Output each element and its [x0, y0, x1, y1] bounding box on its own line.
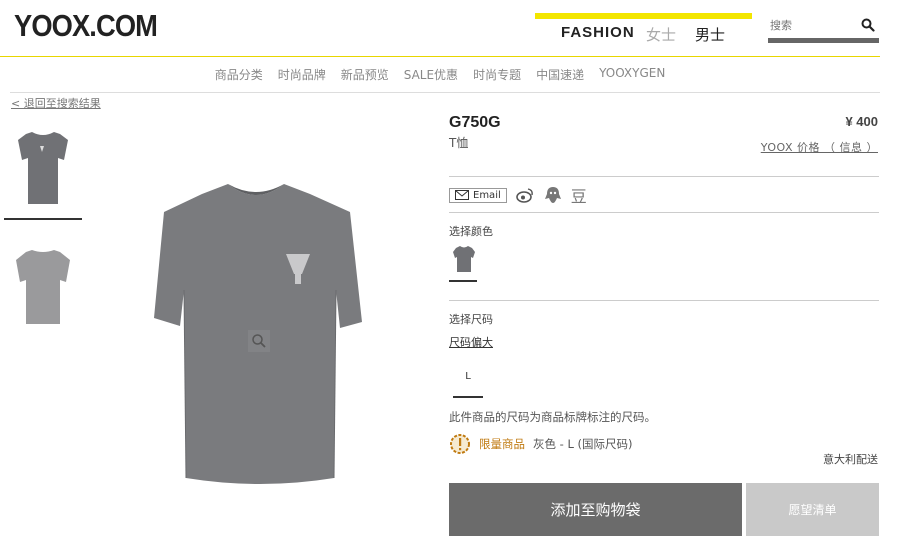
nav-item-categories[interactable]: 商品分类: [215, 66, 263, 83]
variant-label: 灰色 - L (国际尺码): [533, 437, 633, 451]
weibo-icon[interactable]: [515, 185, 535, 205]
divider: [449, 300, 879, 301]
yoox-logo[interactable]: YOOX.COM: [14, 8, 158, 44]
price-info-link[interactable]: YOOX 价格 （ 信息 ）: [761, 139, 878, 155]
email-label: Email: [473, 189, 501, 201]
color-swatch-grey[interactable]: [452, 244, 476, 274]
tshirt-back-thumb-image: [16, 250, 70, 324]
zoom-icon[interactable]: [248, 330, 270, 352]
size-guide-link[interactable]: 尺码偏大: [449, 334, 493, 350]
men-link[interactable]: 男士: [695, 24, 725, 45]
selected-swatch-indicator: [449, 280, 477, 282]
product-price: ¥ 400: [845, 114, 878, 129]
nav-item-sale[interactable]: SALE优惠: [404, 66, 458, 83]
select-color-label: 选择颜色: [449, 225, 493, 238]
add-to-cart-button[interactable]: 添加至购物袋: [449, 483, 742, 536]
email-share-button[interactable]: Email: [449, 187, 507, 203]
product-type: T恤: [449, 136, 469, 150]
size-note: 此件商品的尺码为商品标牌标注的尺码。: [449, 410, 656, 424]
nav-item-yooxygen[interactable]: YOOXYGEN: [599, 66, 665, 83]
nav-item-china-express[interactable]: 中国速递: [536, 66, 584, 83]
search-icon[interactable]: [861, 18, 875, 32]
divider: [449, 212, 879, 213]
tshirt-front-thumb-image: [18, 132, 68, 204]
nav-item-brands[interactable]: 时尚品牌: [278, 66, 326, 83]
douban-share-icon[interactable]: 豆: [571, 183, 587, 207]
thumbnail-back[interactable]: [4, 240, 82, 332]
divider: [449, 176, 879, 177]
gender-highlight-bar: [535, 13, 752, 19]
select-size-label: 选择尺码: [449, 313, 493, 326]
wishlist-button[interactable]: 愿望清单: [746, 483, 879, 536]
share-bar: Email 豆: [449, 183, 587, 207]
category-nav: 商品分类 时尚品牌 新品预览 SALE优惠 时尚专题 中国速递 YOOXYGEN: [0, 66, 880, 83]
search-input[interactable]: [768, 18, 862, 33]
nav-item-features[interactable]: 时尚专题: [473, 66, 521, 83]
header-divider: [0, 56, 880, 57]
nav-item-preview[interactable]: 新品预览: [341, 66, 389, 83]
nav-divider: [10, 92, 880, 93]
fashion-label[interactable]: FASHION: [561, 24, 635, 41]
limited-label: 限量商品: [479, 437, 525, 451]
limited-badge-icon: [450, 434, 470, 454]
qq-share-icon[interactable]: [543, 185, 563, 205]
search-underline: [768, 38, 879, 43]
product-name: G750G: [449, 114, 501, 131]
size-option-l[interactable]: L: [453, 366, 483, 398]
back-to-results-link[interactable]: < 退回至搜索结果: [11, 95, 101, 111]
envelope-icon: [455, 190, 469, 200]
limited-row: 限量商品 灰色 - L (国际尺码): [449, 433, 633, 455]
thumbnail-front[interactable]: [4, 122, 82, 220]
shipping-origin: 意大利配送: [823, 453, 878, 466]
women-link[interactable]: 女士: [646, 24, 676, 45]
